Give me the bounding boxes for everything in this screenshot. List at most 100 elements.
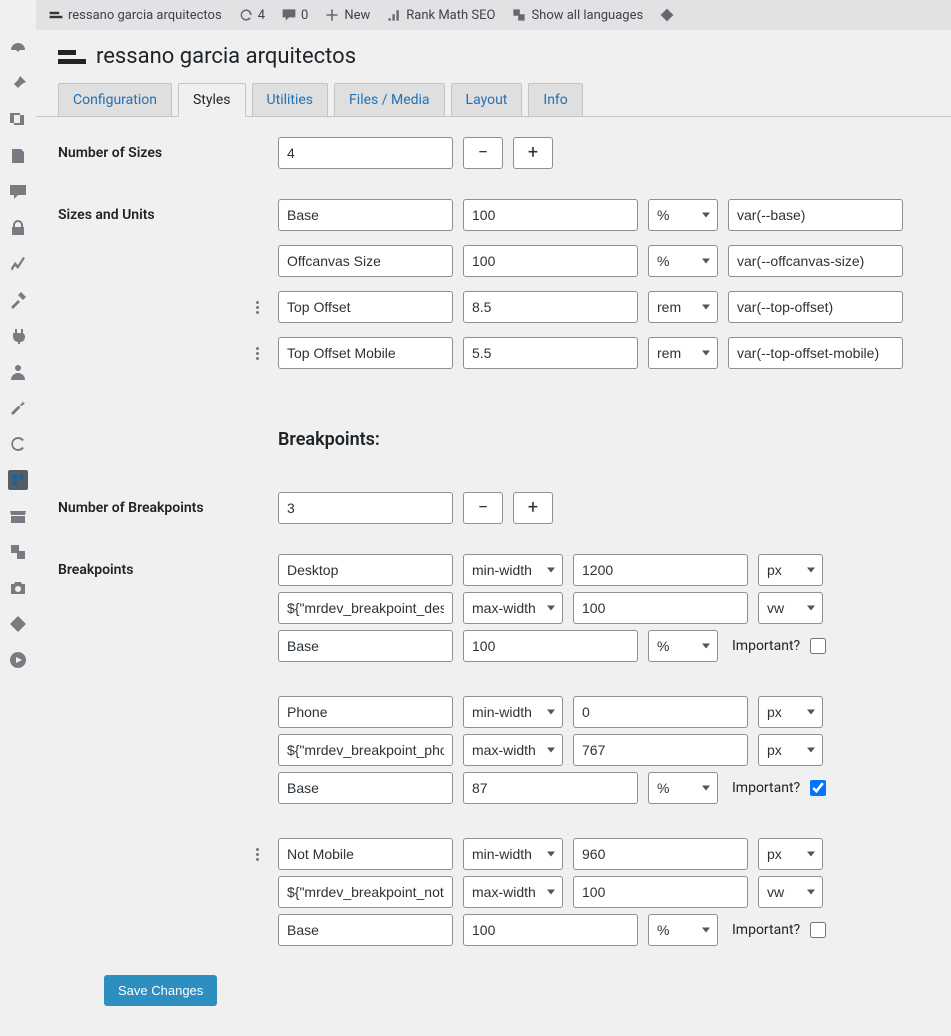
label-num-breakpoints: Number of Breakpoints (58, 492, 278, 516)
bp-max-value-input[interactable] (573, 876, 748, 908)
bp-min-unit-select[interactable]: px (758, 838, 823, 870)
diamond-icon (659, 7, 675, 23)
important-checkbox[interactable] (810, 922, 826, 938)
bp-var-input[interactable] (278, 876, 453, 908)
diamond-icon[interactable] (8, 614, 28, 634)
num-breakpoints-increment[interactable]: + (513, 492, 553, 524)
play-icon[interactable] (8, 650, 28, 670)
tab-configuration[interactable]: Configuration (58, 83, 172, 117)
languages-link[interactable]: Show all languages (505, 0, 649, 30)
stats-icon[interactable] (8, 254, 28, 274)
size-value-input[interactable] (463, 291, 638, 323)
num-breakpoints-decrement[interactable]: − (463, 492, 503, 524)
rankmath-link[interactable]: Rank Math SEO (380, 0, 501, 30)
size-name-input[interactable] (278, 199, 453, 231)
size-unit-select[interactable]: % (648, 245, 718, 277)
bp-base-value-input[interactable] (463, 630, 638, 662)
bp-var-input[interactable] (278, 592, 453, 624)
drag-handle[interactable] (256, 301, 272, 314)
comments-link[interactable]: 0 (275, 0, 314, 30)
tab-files-media[interactable]: Files / Media (334, 83, 444, 117)
current-plugin-icon[interactable] (8, 470, 28, 490)
plug-icon[interactable] (8, 326, 28, 346)
important-checkbox[interactable] (810, 638, 826, 654)
num-sizes-input[interactable] (278, 137, 453, 169)
bp-name-input[interactable] (278, 554, 453, 586)
size-var-display (728, 337, 903, 369)
content-area: ressano garcia arquitectos Configuration… (36, 30, 951, 1036)
size-value-input[interactable] (463, 245, 638, 277)
logo-icon (48, 7, 64, 23)
tab-info[interactable]: Info (528, 83, 582, 117)
tab-layout[interactable]: Layout (451, 83, 523, 117)
bp-min-unit-select[interactable]: px (758, 696, 823, 728)
bp-max-unit-select[interactable]: px (758, 734, 823, 766)
size-value-input[interactable] (463, 337, 638, 369)
bp-min-cond-select[interactable]: min-width (463, 554, 563, 586)
size-unit-select[interactable]: % (648, 199, 718, 231)
bp-base-name-input[interactable] (278, 772, 453, 804)
bp-base-name-input[interactable] (278, 914, 453, 946)
new-link[interactable]: New (318, 0, 376, 30)
bp-max-value-input[interactable] (573, 592, 748, 624)
topbar-diamond-link[interactable] (653, 0, 681, 30)
bp-base-value-input[interactable] (463, 772, 638, 804)
bp-min-value-input[interactable] (573, 554, 748, 586)
updates-count: 4 (258, 8, 265, 23)
tab-styles[interactable]: Styles (178, 83, 246, 117)
important-label: Important? (732, 638, 800, 654)
bp-min-value-input[interactable] (573, 696, 748, 728)
bp-max-cond-select[interactable]: max-width (463, 734, 563, 766)
dashboard-icon[interactable] (8, 38, 28, 58)
bp-var-input[interactable] (278, 734, 453, 766)
updates-link[interactable]: 4 (232, 0, 271, 30)
bp-base-value-input[interactable] (463, 914, 638, 946)
hammer-icon[interactable] (8, 290, 28, 310)
bp-max-cond-select[interactable]: max-width (463, 592, 563, 624)
size-unit-select[interactable]: rem (648, 291, 718, 323)
sync-icon[interactable] (8, 434, 28, 454)
user-icon[interactable] (8, 362, 28, 382)
size-value-input[interactable] (463, 199, 638, 231)
plus-icon: + (528, 499, 538, 517)
bp-base-unit-select[interactable]: % (648, 772, 718, 804)
pages-icon[interactable] (8, 146, 28, 166)
store-icon[interactable] (8, 506, 28, 526)
size-name-input[interactable] (278, 337, 453, 369)
bp-min-unit-select[interactable]: px (758, 554, 823, 586)
rankmath-label: Rank Math SEO (406, 8, 495, 23)
bp-max-unit-select[interactable]: vw (758, 876, 823, 908)
bp-name-input[interactable] (278, 838, 453, 870)
lock-icon[interactable] (8, 218, 28, 238)
bp-max-unit-select[interactable]: vw (758, 592, 823, 624)
size-unit-select[interactable]: rem (648, 337, 718, 369)
drag-handle[interactable] (256, 347, 272, 360)
num-sizes-increment[interactable]: + (513, 137, 553, 169)
site-home-link[interactable]: ressano garcia arquitectos (42, 0, 228, 30)
plus-icon (324, 7, 340, 23)
bp-base-name-input[interactable] (278, 630, 453, 662)
bp-base-unit-select[interactable]: % (648, 914, 718, 946)
translate-icon[interactable] (8, 542, 28, 562)
pin-icon[interactable] (8, 74, 28, 94)
bp-min-cond-select[interactable]: min-width (463, 696, 563, 728)
important-checkbox[interactable] (810, 780, 826, 796)
tab-utilities[interactable]: Utilities (252, 83, 329, 117)
bp-max-value-input[interactable] (573, 734, 748, 766)
bp-name-input[interactable] (278, 696, 453, 728)
label-sizes-units: Sizes and Units (58, 199, 278, 223)
size-name-input[interactable] (278, 245, 453, 277)
bp-max-cond-select[interactable]: max-width (463, 876, 563, 908)
drag-handle[interactable] (256, 848, 272, 861)
bp-min-value-input[interactable] (573, 838, 748, 870)
comments-icon[interactable] (8, 182, 28, 202)
size-name-input[interactable] (278, 291, 453, 323)
num-breakpoints-input[interactable] (278, 492, 453, 524)
bp-min-cond-select[interactable]: min-width (463, 838, 563, 870)
wrench-icon[interactable] (8, 398, 28, 418)
bp-base-unit-select[interactable]: % (648, 630, 718, 662)
camera-icon[interactable] (8, 578, 28, 598)
save-button[interactable]: Save Changes (104, 975, 217, 1006)
media-icon[interactable] (8, 110, 28, 130)
num-sizes-decrement[interactable]: − (463, 137, 503, 169)
